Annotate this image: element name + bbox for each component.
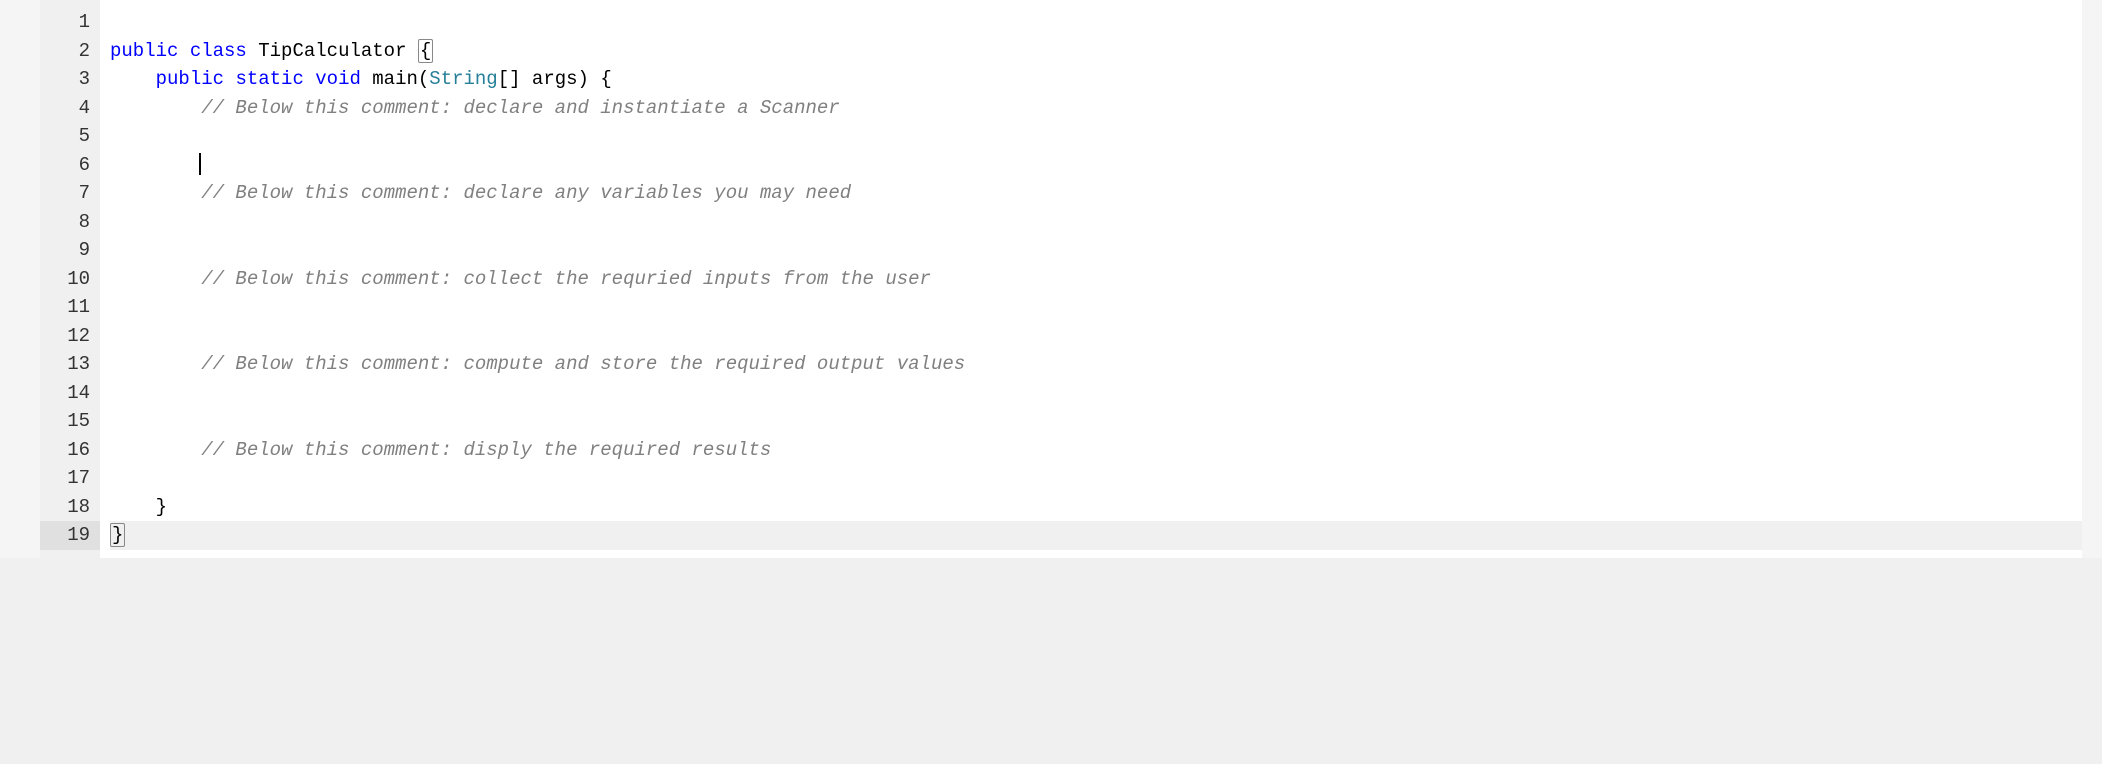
line-number[interactable]: 13 bbox=[40, 350, 90, 379]
code-token bbox=[224, 68, 235, 90]
line-number[interactable]: 5 bbox=[40, 122, 90, 151]
code-token bbox=[110, 439, 201, 461]
line-number[interactable]: 18 bbox=[40, 493, 90, 522]
text-cursor bbox=[199, 153, 201, 175]
code-token bbox=[247, 40, 258, 62]
code-line[interactable] bbox=[110, 236, 2082, 265]
code-line[interactable]: // Below this comment: disply the requir… bbox=[110, 436, 2082, 465]
line-number[interactable]: 19 bbox=[40, 521, 100, 550]
code-line[interactable] bbox=[110, 208, 2082, 237]
code-line[interactable]: } bbox=[110, 521, 2082, 550]
line-number[interactable]: 4 bbox=[40, 94, 90, 123]
code-line[interactable]: public static void main(String[] args) { bbox=[110, 65, 2082, 94]
code-token bbox=[110, 154, 201, 176]
code-line[interactable] bbox=[110, 151, 2082, 180]
keyword: void bbox=[315, 68, 361, 90]
line-number[interactable]: 16 bbox=[40, 436, 90, 465]
line-number[interactable]: 12 bbox=[40, 322, 90, 351]
code-area: 12345678910111213141516171819 public cla… bbox=[40, 0, 2082, 558]
keyword: static bbox=[235, 68, 303, 90]
code-token: TipCalculator bbox=[258, 40, 406, 62]
code-token: } bbox=[110, 496, 167, 518]
code-line[interactable]: public class TipCalculator { bbox=[110, 37, 2082, 66]
line-number-gutter[interactable]: 12345678910111213141516171819 bbox=[40, 0, 100, 558]
code-line[interactable]: // Below this comment: collect the requr… bbox=[110, 265, 2082, 294]
code-token bbox=[361, 68, 372, 90]
line-number[interactable]: 2 bbox=[40, 37, 90, 66]
code-token: { bbox=[418, 39, 433, 63]
code-token bbox=[110, 68, 156, 90]
line-number[interactable]: 3 bbox=[40, 65, 90, 94]
comment: // Below this comment: compute and store… bbox=[201, 353, 965, 375]
code-token bbox=[110, 353, 201, 375]
code-line[interactable] bbox=[110, 293, 2082, 322]
code-line[interactable] bbox=[110, 379, 2082, 408]
code-line[interactable] bbox=[110, 464, 2082, 493]
code-token: [] args) { bbox=[498, 68, 612, 90]
keyword: class bbox=[190, 40, 247, 62]
comment: // Below this comment: declare and insta… bbox=[201, 97, 840, 119]
code-token bbox=[110, 97, 201, 119]
code-token bbox=[406, 40, 417, 62]
line-number[interactable]: 14 bbox=[40, 379, 90, 408]
code-token bbox=[304, 68, 315, 90]
code-content[interactable]: public class TipCalculator { public stat… bbox=[100, 0, 2082, 558]
code-token: main( bbox=[372, 68, 429, 90]
code-line[interactable]: // Below this comment: declare and insta… bbox=[110, 94, 2082, 123]
line-number[interactable]: 1 bbox=[40, 8, 90, 37]
code-line[interactable] bbox=[110, 122, 2082, 151]
line-number[interactable]: 7 bbox=[40, 179, 90, 208]
line-number[interactable]: 15 bbox=[40, 407, 90, 436]
comment: // Below this comment: disply the requir… bbox=[201, 439, 771, 461]
code-editor[interactable]: 12345678910111213141516171819 public cla… bbox=[0, 0, 2102, 558]
type-name: String bbox=[429, 68, 497, 90]
code-token bbox=[110, 268, 201, 290]
code-line[interactable]: } bbox=[110, 493, 2082, 522]
line-number[interactable]: 17 bbox=[40, 464, 90, 493]
line-number[interactable]: 9 bbox=[40, 236, 90, 265]
code-line[interactable]: // Below this comment: declare any varia… bbox=[110, 179, 2082, 208]
line-number[interactable]: 11 bbox=[40, 293, 90, 322]
code-line[interactable] bbox=[110, 8, 2082, 37]
line-number[interactable]: 8 bbox=[40, 208, 90, 237]
keyword: public bbox=[156, 68, 224, 90]
line-number[interactable]: 10 bbox=[40, 265, 90, 294]
code-line[interactable] bbox=[110, 322, 2082, 351]
code-line[interactable] bbox=[110, 407, 2082, 436]
code-token bbox=[110, 182, 201, 204]
code-token: } bbox=[110, 523, 125, 547]
code-line[interactable]: // Below this comment: compute and store… bbox=[110, 350, 2082, 379]
comment: // Below this comment: collect the requr… bbox=[201, 268, 931, 290]
code-token bbox=[178, 40, 189, 62]
keyword: public bbox=[110, 40, 178, 62]
line-number[interactable]: 6 bbox=[40, 151, 90, 180]
comment: // Below this comment: declare any varia… bbox=[201, 182, 851, 204]
